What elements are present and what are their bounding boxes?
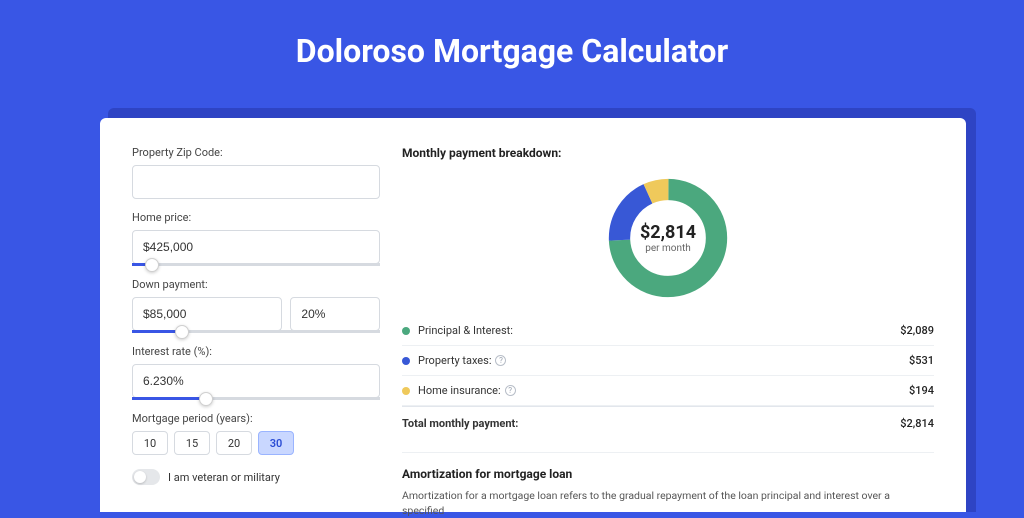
period-label: Mortgage period (years): (132, 412, 380, 425)
legend-row-principal: Principal & Interest: $2,089 (402, 316, 934, 346)
field-zip: Property Zip Code: (132, 146, 380, 199)
legend-label: Principal & Interest: (418, 324, 900, 337)
calculator-card: Property Zip Code: Home price: Down paym… (100, 118, 966, 512)
field-interest: Interest rate (%): (132, 345, 380, 400)
breakdown-title: Monthly payment breakdown: (402, 146, 934, 160)
down-payment-pct-input[interactable] (290, 297, 380, 331)
legend-row-taxes: Property taxes: ? $531 (402, 346, 934, 376)
total-value: $2,814 (900, 417, 934, 430)
home-price-input[interactable] (132, 230, 380, 264)
page-title: Doloroso Mortgage Calculator (0, 0, 1024, 92)
period-btn-15[interactable]: 15 (174, 431, 210, 455)
home-price-slider[interactable] (132, 263, 380, 266)
period-btn-30[interactable]: 30 (258, 431, 294, 455)
slider-thumb[interactable] (199, 392, 213, 406)
zip-label: Property Zip Code: (132, 146, 380, 159)
legend-value: $2,089 (900, 324, 934, 337)
slider-thumb[interactable] (175, 325, 189, 339)
interest-input[interactable] (132, 364, 380, 398)
down-payment-slider[interactable] (132, 330, 380, 333)
amortization-section: Amortization for mortgage loan Amortizat… (402, 452, 934, 518)
interest-label: Interest rate (%): (132, 345, 380, 358)
home-price-label: Home price: (132, 211, 380, 224)
total-label: Total monthly payment: (402, 417, 900, 430)
legend-value: $194 (909, 384, 934, 397)
donut-value: $2,814 (640, 222, 696, 243)
slider-thumb[interactable] (145, 258, 159, 272)
toggle-dot (134, 471, 146, 483)
veteran-row: I am veteran or military (132, 469, 380, 485)
interest-slider[interactable] (132, 397, 380, 400)
field-period: Mortgage period (years): 10 15 20 30 (132, 412, 380, 455)
period-btn-20[interactable]: 20 (216, 431, 252, 455)
zip-input[interactable] (132, 165, 380, 199)
veteran-label: I am veteran or military (168, 471, 280, 484)
amort-text: Amortization for a mortgage loan refers … (402, 489, 934, 518)
form-column: Property Zip Code: Home price: Down paym… (132, 146, 380, 512)
legend-dot-icon (402, 387, 410, 395)
chart-wrap: $2,814 per month (402, 170, 934, 316)
down-payment-label: Down payment: (132, 278, 380, 291)
help-icon[interactable]: ? (505, 385, 516, 396)
legend-dot-icon (402, 327, 410, 335)
field-home-price: Home price: (132, 211, 380, 266)
breakdown-column: Monthly payment breakdown: $2,814 per mo… (402, 146, 934, 512)
legend-dot-icon (402, 357, 410, 365)
field-down-payment: Down payment: (132, 278, 380, 333)
help-icon[interactable]: ? (495, 355, 506, 366)
legend-value: $531 (909, 354, 934, 367)
period-buttons: 10 15 20 30 (132, 431, 380, 455)
donut-center: $2,814 per month (604, 174, 732, 302)
down-payment-input[interactable] (132, 297, 282, 331)
total-row: Total monthly payment: $2,814 (402, 406, 934, 438)
legend-label: Home insurance: ? (418, 384, 909, 397)
donut-chart: $2,814 per month (604, 174, 732, 302)
period-btn-10[interactable]: 10 (132, 431, 168, 455)
legend-label: Property taxes: ? (418, 354, 909, 367)
legend-row-insurance: Home insurance: ? $194 (402, 376, 934, 406)
amort-title: Amortization for mortgage loan (402, 467, 934, 481)
donut-sub: per month (645, 243, 691, 254)
veteran-toggle[interactable] (132, 469, 160, 485)
